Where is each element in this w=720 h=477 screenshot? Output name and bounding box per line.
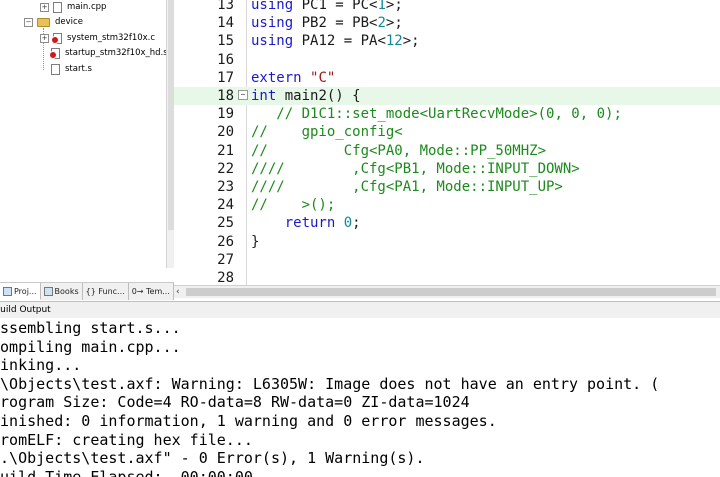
build-output-panel[interactable]: Assembling start.s... compiling main.cpp.… (0, 318, 720, 477)
code-line[interactable]: 13 using PC1 = PC<1>; (174, 0, 720, 14)
code-text: // gpio_config< (251, 124, 403, 141)
code-line[interactable]: 25 return 0; (174, 214, 720, 232)
tab-templates[interactable]: 0→ Tem... (129, 283, 174, 300)
code-line[interactable]: 16 (174, 51, 720, 69)
c-file-icon (51, 32, 62, 44)
build-output-line: linking... (0, 356, 82, 375)
build-output-line: FromELF: creating hex file... (0, 430, 253, 449)
code-line[interactable]: 19 // D1C1::set_mode<UartRecvMode>(0, 0,… (174, 105, 720, 123)
folder-icon (37, 17, 50, 27)
tree-item-label: startup_stm32f10x_hd.s (65, 48, 167, 58)
code-editor[interactable]: 13 using PC1 = PC<1>; 14 using PB2 = PB<2>;… (174, 0, 720, 285)
line-number: 26 (217, 233, 234, 250)
tab-functions[interactable]: {} Func... (83, 283, 129, 300)
code-text: using PC1 = PC<1>; (251, 0, 403, 13)
file-icon (53, 1, 62, 13)
expand-icon[interactable]: + (40, 2, 49, 12)
scroll-left-icon[interactable]: ‹ (176, 287, 180, 297)
code-text: //// ,Cfg<PB1, Mode::INPUT_DOWN> (251, 160, 580, 177)
code-text: // Cfg<PA0, Mode::PP_50MHZ> (251, 142, 547, 159)
tab-project[interactable]: Proj... (0, 283, 41, 300)
tab-label: Proj... (14, 286, 37, 296)
build-output-line: .\Objects\test.axf: Warning: L6305W: Ima… (0, 374, 660, 393)
asm-file-icon (51, 63, 60, 75)
tab-label: Books (54, 287, 79, 296)
code-line[interactable]: 18− int main2() { (174, 87, 720, 105)
tree-item-label: system_stm32f10x.c (67, 33, 156, 43)
tab-books[interactable]: Books (41, 283, 83, 300)
line-number: 19 (217, 106, 234, 123)
tab-label: 0→ Tem... (131, 287, 170, 296)
code-text: using PA12 = PA<12>; (251, 33, 420, 50)
line-number: 20 (217, 124, 234, 141)
project-tree[interactable]: + main.cpp − device + system_stm32f10x.c… (0, 0, 167, 268)
tab-label: {} Func... (85, 287, 125, 296)
scrollbar-thumb[interactable] (186, 288, 716, 296)
project-icon (3, 286, 12, 296)
code-line[interactable]: 27 (174, 251, 720, 269)
code-text: // D1C1::set_mode<UartRecvMode>(0, 0, 0)… (276, 106, 622, 123)
line-number: 24 (217, 197, 234, 214)
build-output-line: Program Size: Code=4 RO-data=8 RW-data=0… (0, 393, 470, 412)
tree-item-system-stm32f10x-c[interactable]: + system_stm32f10x.c (40, 30, 155, 46)
expand-icon[interactable]: + (40, 33, 49, 43)
code-line[interactable]: 24 // >(); (174, 196, 720, 214)
code-text: using PB2 = PB<2>; (251, 15, 403, 32)
editor-horizontal-scrollbar[interactable]: ‹ (174, 285, 720, 298)
code-line[interactable]: 14 using PB2 = PB<2>; (174, 14, 720, 32)
line-number: 27 (217, 251, 234, 268)
build-output-line: compiling main.cpp... (0, 337, 181, 356)
code-text: int main2() { (251, 88, 361, 104)
code-text: return 0; (284, 215, 361, 232)
code-line[interactable]: 23 //// ,Cfg<PA1, Mode::INPUT_UP> (174, 178, 720, 196)
build-output-line: Finished: 0 information, 1 warning and 0… (0, 412, 497, 430)
code-line[interactable]: 22 //// ,Cfg<PB1, Mode::INPUT_DOWN> (174, 160, 720, 178)
line-number: 28 (217, 270, 234, 285)
code-text: //// ,Cfg<PA1, Mode::INPUT_UP> (251, 179, 563, 195)
code-line[interactable]: 26} (174, 233, 720, 251)
build-output-title: Build Output (0, 301, 720, 318)
tree-item-startup-s[interactable]: startup_stm32f10x_hd.s (49, 45, 167, 61)
panel-tabs: Proj... Books {} Func... 0→ Tem... (0, 282, 174, 300)
line-number: 18 (217, 88, 234, 104)
build-output-line: Assembling start.s... (0, 319, 181, 337)
tree-item-device[interactable]: − device (24, 14, 83, 30)
code-line[interactable]: 15 using PA12 = PA<12>; (174, 32, 720, 50)
code-line[interactable]: 20 // gpio_config< (174, 123, 720, 141)
code-text: // >(); (251, 197, 336, 214)
tree-item-start-s[interactable]: start.s (51, 61, 92, 77)
line-number: 25 (217, 215, 234, 232)
code-line[interactable]: 17 extern "C" (174, 69, 720, 87)
line-number: 22 (217, 160, 234, 177)
code-text: extern "C" (251, 69, 336, 86)
fold-collapse-icon[interactable]: − (238, 90, 248, 100)
build-output-line: ".\Objects\test.axf" - 0 Error(s), 1 War… (0, 449, 425, 468)
line-number: 17 (217, 69, 234, 86)
build-output-line: Build Time Elapsed: 00:00:00 (0, 467, 253, 477)
code-text: } (251, 233, 260, 250)
build-output-title-text: Build Output (0, 305, 51, 315)
line-number: 15 (217, 33, 234, 50)
line-number: 13 (217, 0, 234, 13)
code-line[interactable]: 28 (174, 269, 720, 285)
line-number: 21 (217, 142, 234, 159)
line-number: 16 (217, 51, 234, 68)
code-line[interactable]: 21 // Cfg<PA0, Mode::PP_50MHZ> (174, 142, 720, 160)
tree-item-label: device (55, 17, 83, 27)
books-icon (43, 287, 53, 296)
asm-file-icon (49, 47, 60, 59)
tree-item-label: start.s (65, 64, 92, 74)
tree-item-main-cpp[interactable]: + main.cpp (40, 0, 106, 15)
line-number: 14 (217, 15, 234, 32)
tree-item-label: main.cpp (67, 2, 107, 12)
collapse-icon[interactable]: − (24, 17, 33, 27)
line-number: 23 (217, 179, 234, 195)
